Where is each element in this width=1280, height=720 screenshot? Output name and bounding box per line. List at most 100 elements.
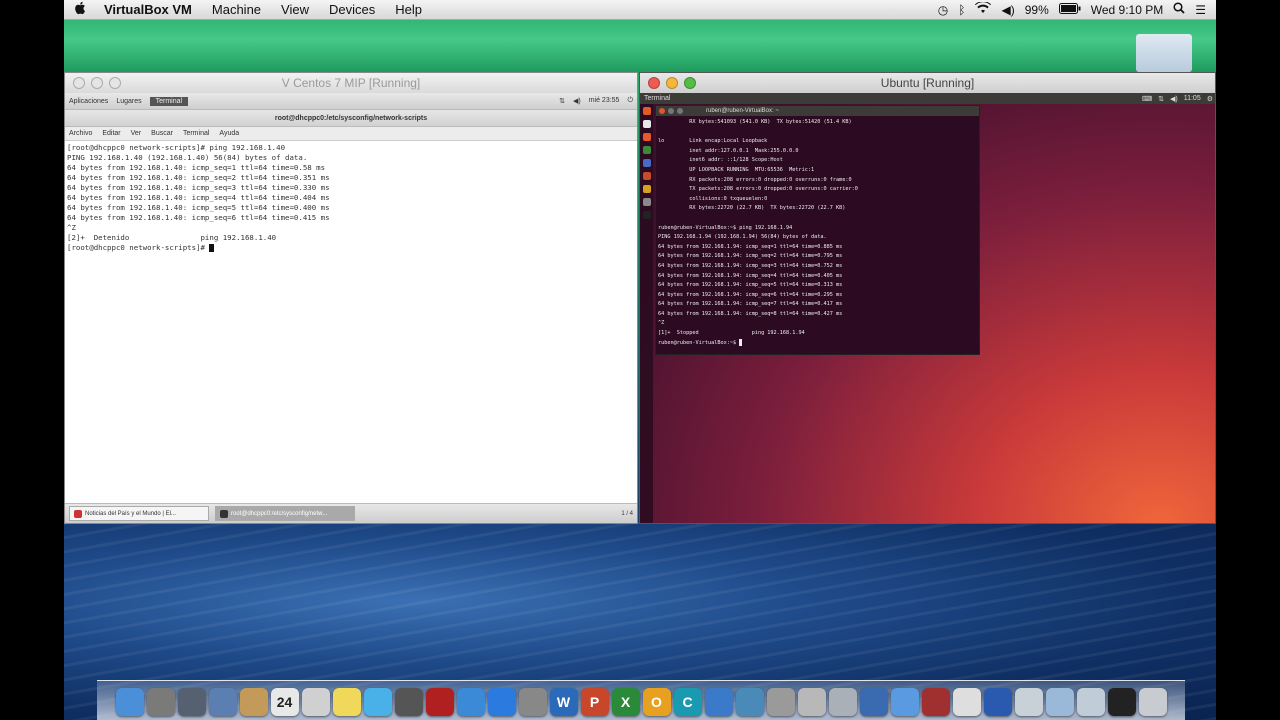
terminal-titlebar[interactable]: root@dhcppc0:/etc/sysconfig/network-scri… [65,110,637,127]
mission-control-icon[interactable] [177,688,206,716]
word-icon[interactable]: W [549,688,578,716]
keyboard-icon[interactable]: ⌨ [1142,95,1152,103]
volume-icon[interactable]: ◀) [1001,3,1014,17]
menu-app-name[interactable]: VirtualBox VM [94,2,202,17]
spotlight-search-icon[interactable] [1173,2,1185,17]
terminal-line: 64 bytes from 192.168.1.94: icmp_seq=3 t… [658,262,843,269]
menu-devices[interactable]: Devices [319,2,385,17]
photo-icon[interactable] [921,688,950,716]
menu-terminal[interactable]: Terminal [183,130,209,137]
system-preferences-icon[interactable] [518,688,547,716]
active-app-terminal[interactable]: Terminal [149,96,189,106]
terminal-icon[interactable] [642,211,651,219]
close-button[interactable] [659,108,665,114]
menu-machine[interactable]: Machine [202,2,271,17]
menu-archivo[interactable]: Archivo [69,130,92,137]
volume-icon[interactable]: ◀) [573,97,581,105]
dash-icon[interactable] [642,107,651,115]
wifi-icon[interactable] [975,1,992,17]
disk-utility-icon[interactable] [828,688,857,716]
menu-editar[interactable]: Editar [102,130,120,137]
settings-icon[interactable] [642,198,651,206]
messages-icon[interactable] [363,688,392,716]
minimize-button[interactable] [668,108,674,114]
folder-icon[interactable] [1045,688,1074,716]
minimize-button[interactable] [666,77,678,89]
menu-view[interactable]: View [271,2,319,17]
remote-desktop-icon[interactable] [704,688,733,716]
firefox-icon[interactable] [642,133,651,141]
time-machine-icon[interactable]: ◷ [938,3,948,17]
photo-booth-icon[interactable] [425,688,454,716]
zoom-button[interactable] [684,77,696,89]
battery-percent[interactable]: 99% [1025,3,1049,17]
minimize-button[interactable] [91,77,103,89]
bluetooth-icon[interactable]: ᛒ [958,3,965,17]
printer-icon[interactable] [797,688,826,716]
itunes-icon[interactable] [456,688,485,716]
taskbar-item-browser[interactable]: Noticias del País y el Mundo | El... [69,506,209,521]
outlook-icon[interactable]: O [642,688,671,716]
terminal-line: inet addr:127.0.0.1 Mask:255.0.0.0 [658,147,799,154]
launchpad-icon[interactable] [146,688,175,716]
centos-terminal-output[interactable]: [root@dhcppc0 network-scripts]# ping 192… [65,141,637,505]
textedit-icon[interactable] [301,688,330,716]
menu-help[interactable]: Help [385,2,432,17]
safari-icon[interactable] [890,688,919,716]
ubuntu-terminal-titlebar[interactable]: ruben@ruben-VirtualBox: ~ [656,106,979,116]
notification-center-icon[interactable]: ☰ [1195,3,1206,17]
stickies-icon[interactable] [332,688,361,716]
libreoffice-writer-icon[interactable] [642,159,651,167]
terminal-line: lo Link encap:Local Loopback [658,138,768,145]
ubuntu-clock[interactable]: 11:05 [1184,95,1201,103]
software-center-icon[interactable] [642,185,651,193]
menu-buscar[interactable]: Buscar [151,130,173,137]
documents-icon[interactable] [1014,688,1043,716]
centos-window-titlebar[interactable]: V Centos 7 MIP [Running] [65,73,637,93]
quicktime-icon[interactable] [983,688,1012,716]
gnome-clock[interactable]: mié 23:55 [589,97,620,105]
network-icon[interactable]: ⇅ [1158,95,1164,103]
contacts-icon[interactable] [239,688,268,716]
taskbar-item-terminal[interactable]: root@dhcppc0:/etc/sysconfig/netw... [215,506,355,521]
facetime-icon[interactable] [394,688,423,716]
powerpoint-icon[interactable]: P [580,688,609,716]
excel-icon[interactable]: X [611,688,640,716]
network-status-icon[interactable]: ⇅ [559,97,565,105]
finder-icon[interactable] [115,688,144,716]
ubuntu-window-titlebar[interactable]: Ubuntu [Running] [640,73,1215,93]
terminal-line: 64 bytes from 192.168.1.40: icmp_seq=1 t… [67,163,326,172]
volume-icon[interactable]: ◀) [1170,95,1178,103]
apple-menu-icon[interactable] [64,1,94,19]
preview-window-icon[interactable] [952,688,981,716]
close-button[interactable] [648,77,660,89]
zoom-button[interactable] [109,77,121,89]
settings-gear-icon[interactable]: ⚙ [1207,95,1213,103]
desktop-folder-icon[interactable] [1136,34,1192,72]
power-icon[interactable]: ⏻ [627,97,633,105]
menu-ayuda[interactable]: Ayuda [219,130,239,137]
workspace-pager[interactable]: 1 / 4 [621,511,633,517]
files-icon[interactable] [642,120,651,128]
clock[interactable]: Wed 9:10 PM [1091,3,1163,17]
app-store-icon[interactable] [487,688,516,716]
utilities-icon[interactable] [766,688,795,716]
applications-menu[interactable]: Aplicaciones [69,98,108,105]
terminal-icon[interactable] [1107,688,1136,716]
calendar-icon[interactable]: 24 [270,688,299,716]
ubuntu-terminal-window[interactable]: ruben@ruben-VirtualBox: ~ RX bytes:54109… [655,105,980,355]
battery-icon[interactable] [1058,2,1081,17]
communicator-icon[interactable]: C [673,688,702,716]
maximize-button[interactable] [677,108,683,114]
libreoffice-calc-icon[interactable] [642,146,651,154]
close-button[interactable] [73,77,85,89]
downloads-icon[interactable] [1076,688,1105,716]
virtualbox-icon[interactable] [859,688,888,716]
network-icon[interactable] [735,688,764,716]
ubuntu-terminal-output[interactable]: RX bytes:541093 (541.0 KB) TX bytes:5142… [656,116,979,348]
trash-icon[interactable] [1138,688,1167,716]
menu-ver[interactable]: Ver [131,130,142,137]
preview-icon[interactable] [208,688,237,716]
libreoffice-impress-icon[interactable] [642,172,651,180]
places-menu[interactable]: Lugares [116,98,141,105]
